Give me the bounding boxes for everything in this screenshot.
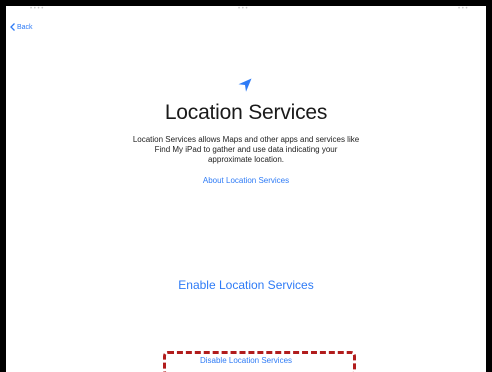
- status-bar-center: • • •: [238, 6, 248, 12]
- setup-screen: • • • • • • • • • • Back Location Servic…: [6, 6, 486, 372]
- page-title: Location Services: [164, 101, 328, 124]
- status-bar: • • • • • • • • • •: [6, 6, 486, 16]
- back-label: Back: [17, 23, 33, 31]
- status-bar-right: • • •: [458, 6, 468, 12]
- back-button[interactable]: Back: [10, 21, 33, 33]
- status-bar-left: • • • •: [30, 6, 44, 12]
- description-text: Location Services allows Maps and other …: [132, 135, 360, 164]
- disable-location-services-button[interactable]: Disable Location Services: [6, 356, 486, 365]
- enable-location-services-button[interactable]: Enable Location Services: [6, 278, 486, 292]
- about-location-services-link[interactable]: About Location Services: [6, 176, 486, 185]
- chevron-left-icon: [10, 23, 15, 31]
- location-arrow-icon: [238, 78, 252, 92]
